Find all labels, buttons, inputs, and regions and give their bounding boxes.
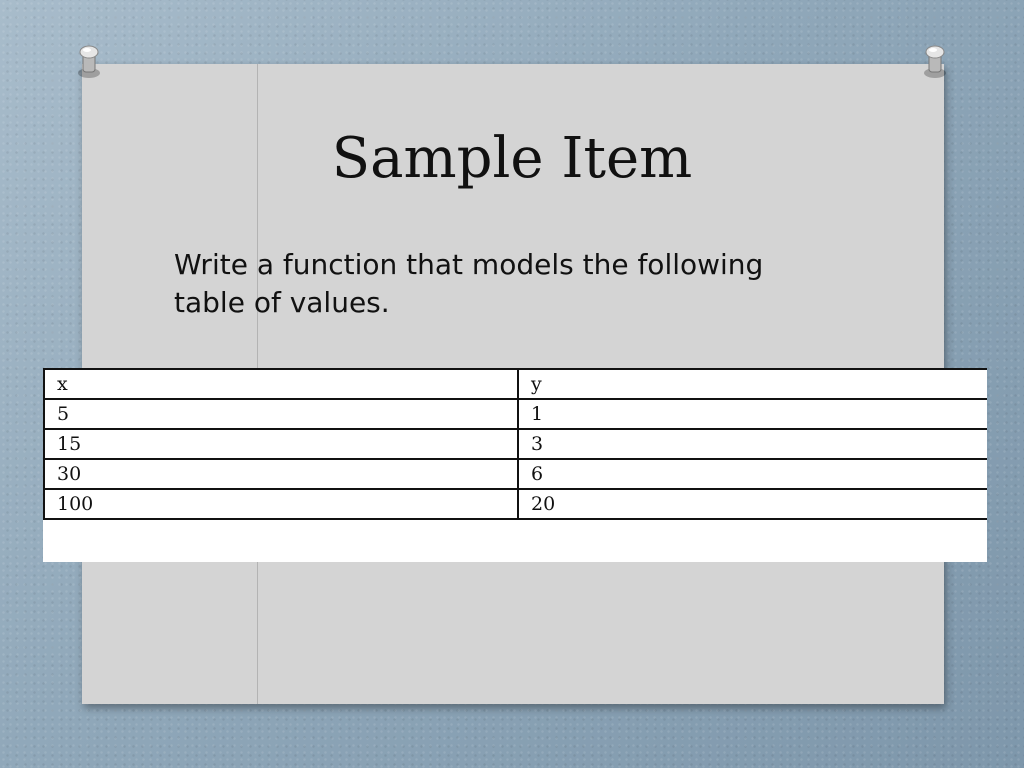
slide-title: Sample Item bbox=[331, 126, 693, 191]
table-row: 5 1 bbox=[43, 398, 987, 430]
pushpin-icon bbox=[78, 45, 100, 78]
column-header-x: x bbox=[43, 368, 519, 400]
values-table: x y 5 1 15 3 30 6 100 20 bbox=[43, 368, 987, 520]
table-cell-y: 6 bbox=[517, 458, 987, 490]
table-cell-y: 3 bbox=[517, 428, 987, 460]
table-cell-y: 1 bbox=[517, 398, 987, 430]
column-header-y: y bbox=[517, 368, 987, 400]
values-table-container: x y 5 1 15 3 30 6 100 20 bbox=[43, 368, 987, 562]
table-cell-x: 5 bbox=[43, 398, 519, 430]
prompt-text: Write a function that models the followi… bbox=[174, 248, 764, 319]
table-cell-y: 20 bbox=[517, 488, 987, 520]
table-row: 15 3 bbox=[43, 428, 987, 460]
pushpin-icon bbox=[924, 45, 946, 78]
table-cell-x: 30 bbox=[43, 458, 519, 490]
table-row: 100 20 bbox=[43, 488, 987, 520]
table-header-row: x y bbox=[43, 368, 987, 400]
table-cell-x: 15 bbox=[43, 428, 519, 460]
table-row: 30 6 bbox=[43, 458, 987, 490]
table-cell-x: 100 bbox=[43, 488, 519, 520]
